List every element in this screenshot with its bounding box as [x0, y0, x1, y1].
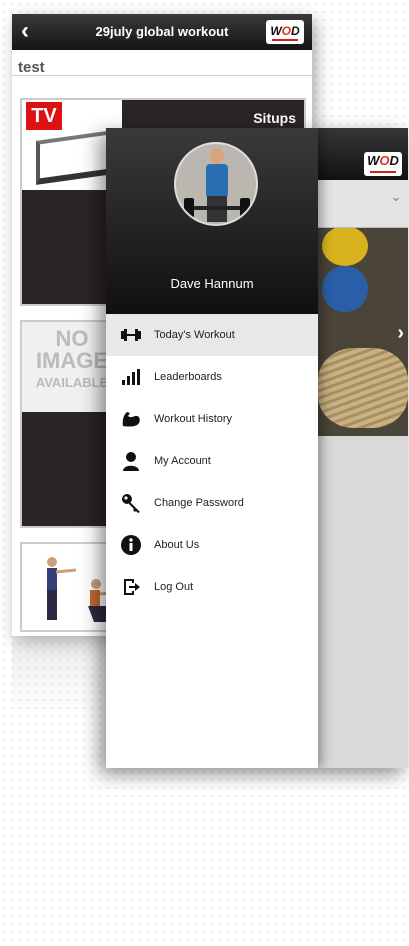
- main-subheader: ⌄: [318, 180, 408, 228]
- foreground-phone-screen: WOD ⌄ › Dave Hannum Today's Workout Lead…: [106, 128, 408, 768]
- menu-item-my-account[interactable]: My Account: [106, 440, 318, 482]
- menu-item-label: Workout History: [154, 413, 233, 425]
- menu-item-leaderboards[interactable]: Leaderboards: [106, 356, 318, 398]
- rope: [318, 348, 408, 428]
- menu-item-label: About Us: [154, 539, 200, 551]
- menu-item-about-us[interactable]: About Us: [106, 524, 318, 566]
- key-icon: [120, 492, 142, 514]
- menu-item-todays-workout[interactable]: Today's Workout: [106, 314, 318, 356]
- wod-logo: WOD: [364, 152, 402, 176]
- workout-subtitle: test: [12, 50, 312, 76]
- menu-item-label: Change Password: [154, 497, 244, 509]
- user-name: Dave Hannum: [170, 276, 254, 291]
- dumbbell-icon: [120, 324, 142, 346]
- tv-badge: TV: [26, 102, 62, 130]
- flexed-arm-icon: [120, 408, 142, 430]
- menu-item-label: Log Out: [154, 581, 194, 593]
- info-icon: [120, 534, 142, 556]
- menu-item-log-out[interactable]: Log Out: [106, 566, 318, 608]
- user-icon: [120, 450, 142, 472]
- menu-item-label: My Account: [154, 455, 211, 467]
- menu-item-workout-history[interactable]: Workout History: [106, 398, 318, 440]
- back-header-bar: ‹ 29july global workout WOD: [12, 14, 312, 50]
- menu-item-label: Today's Workout: [154, 329, 235, 341]
- bar-chart-icon: [120, 366, 142, 388]
- navigation-drawer: Dave Hannum Today's Workout Leaderboards…: [106, 128, 318, 768]
- logout-icon: [120, 576, 142, 598]
- drawer-menu: Today's Workout Leaderboards Workout His…: [106, 314, 318, 608]
- chevron-down-icon[interactable]: ⌄: [390, 188, 402, 205]
- menu-item-change-password[interactable]: Change Password: [106, 482, 318, 524]
- exercise-title: Situps: [253, 110, 296, 126]
- profile-header: Dave Hannum: [106, 128, 318, 314]
- wod-logo: WOD: [266, 20, 304, 44]
- menu-item-label: Leaderboards: [154, 371, 222, 383]
- avatar[interactable]: [174, 142, 258, 226]
- gym-image: ›: [318, 228, 408, 436]
- chevron-right-icon[interactable]: ›: [397, 322, 404, 345]
- bench-image: [36, 131, 106, 185]
